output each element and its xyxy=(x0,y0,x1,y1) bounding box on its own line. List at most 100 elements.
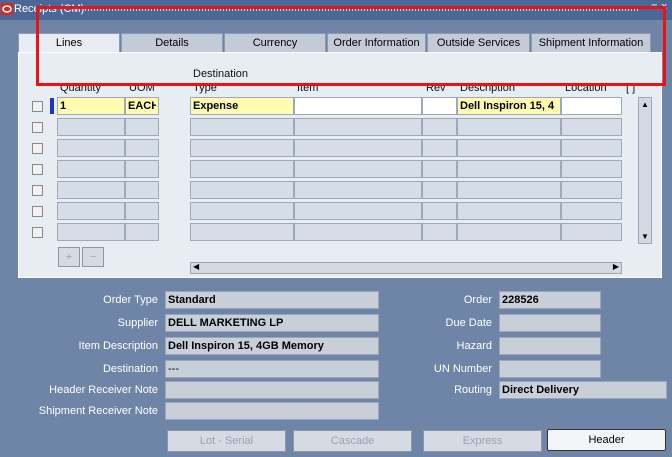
grid-cell[interactable] xyxy=(190,160,294,178)
grid-cell[interactable] xyxy=(190,118,294,136)
remove-row-button[interactable]: − xyxy=(82,247,104,267)
row-select-checkbox[interactable] xyxy=(32,101,43,112)
location-field[interactable] xyxy=(561,97,622,115)
order-label: Order xyxy=(463,294,492,306)
grid-cell[interactable] xyxy=(125,160,159,178)
hazard-label: Hazard xyxy=(456,340,492,352)
row-select-checkbox[interactable] xyxy=(32,227,43,238)
supplier-field[interactable]: DELL MARKETING LP xyxy=(165,314,379,332)
grid-cell[interactable] xyxy=(294,139,422,157)
grid-cell[interactable] xyxy=(561,118,622,136)
grid-cell[interactable] xyxy=(125,223,159,241)
grid-cell[interactable] xyxy=(57,181,125,199)
grid-cell[interactable] xyxy=(422,160,457,178)
grid-cell[interactable] xyxy=(422,223,457,241)
due-date-field[interactable] xyxy=(499,314,601,332)
folder-icon[interactable]: [ ] xyxy=(626,82,635,94)
add-row-button[interactable]: + xyxy=(58,247,80,267)
un-number-label: UN Number xyxy=(433,363,492,375)
tab-order-information[interactable]: Order Information xyxy=(327,33,426,53)
uom-field[interactable]: EACH xyxy=(125,97,159,115)
grid-cell[interactable] xyxy=(457,202,561,220)
grid-cell[interactable] xyxy=(457,181,561,199)
un-number-field[interactable] xyxy=(499,360,601,378)
grid-cell[interactable] xyxy=(57,202,125,220)
express-button[interactable]: Express xyxy=(423,430,542,452)
tab-currency[interactable]: Currency xyxy=(224,33,326,53)
grid-cell[interactable] xyxy=(57,118,125,136)
shipment-receiver-note-field[interactable] xyxy=(165,402,379,420)
scroll-down-icon[interactable]: ▼ xyxy=(641,232,649,241)
grid-cell[interactable] xyxy=(125,181,159,199)
window-titlebar[interactable]: Receipts (CM) – = × xyxy=(0,0,672,20)
item-description-label: Item Description xyxy=(78,340,158,352)
grid-cell[interactable] xyxy=(125,139,159,157)
scroll-up-icon[interactable]: ▲ xyxy=(641,100,649,109)
grid-cell[interactable] xyxy=(561,181,622,199)
grid-cell[interactable] xyxy=(190,139,294,157)
grid-cell[interactable] xyxy=(190,181,294,199)
grid-cell[interactable] xyxy=(561,223,622,241)
grid-cell[interactable] xyxy=(57,223,125,241)
row-select-checkbox[interactable] xyxy=(32,122,43,133)
destination-type-field[interactable]: Expense xyxy=(190,97,294,115)
grid-cell[interactable] xyxy=(422,202,457,220)
grid-cell[interactable] xyxy=(125,118,159,136)
item-field[interactable] xyxy=(294,97,422,115)
close-icon[interactable]: × xyxy=(661,1,667,13)
current-record-indicator xyxy=(50,98,54,114)
rev-field[interactable] xyxy=(422,97,457,115)
grid-cell[interactable] xyxy=(294,181,422,199)
grid-cell[interactable] xyxy=(294,202,422,220)
tab-shipment-information[interactable]: Shipment Information xyxy=(531,33,651,53)
header-button[interactable]: Header xyxy=(547,429,666,451)
destination-field[interactable]: --- xyxy=(165,360,379,378)
grid-cell[interactable] xyxy=(561,202,622,220)
lot-serial-button[interactable]: Lot - Serial xyxy=(167,430,286,452)
grid-cell[interactable] xyxy=(457,118,561,136)
routing-field[interactable]: Direct Delivery xyxy=(499,381,667,399)
grid-cell[interactable] xyxy=(294,160,422,178)
item-description-field[interactable]: Dell Inspiron 15, 4GB Memory xyxy=(165,337,379,355)
quantity-field[interactable]: 1 xyxy=(57,97,125,115)
grid-cell[interactable] xyxy=(422,118,457,136)
window-title: Receipts (CM) xyxy=(14,3,85,15)
col-quantity: Quantity xyxy=(60,82,101,94)
grid-cell[interactable] xyxy=(422,139,457,157)
row-select-checkbox[interactable] xyxy=(32,206,43,217)
grid-cell[interactable] xyxy=(125,202,159,220)
order-type-field[interactable]: Standard xyxy=(165,291,379,309)
grid-cell[interactable] xyxy=(561,139,622,157)
vertical-scrollbar[interactable]: ▲ ▼ xyxy=(638,97,652,244)
grid-cell[interactable] xyxy=(294,118,422,136)
grid-cell[interactable] xyxy=(457,139,561,157)
cascade-button[interactable]: Cascade xyxy=(293,430,412,452)
scroll-right-icon[interactable]: ▶ xyxy=(613,262,619,271)
grid-cell[interactable] xyxy=(190,223,294,241)
grid-cell[interactable] xyxy=(457,223,561,241)
grid-cell[interactable] xyxy=(57,139,125,157)
order-type-label: Order Type xyxy=(103,294,158,306)
col-description: Description xyxy=(460,82,516,94)
horizontal-scrollbar[interactable]: ◀ ▶ xyxy=(190,262,622,274)
tab-lines[interactable]: Lines xyxy=(18,33,120,54)
description-field[interactable]: Dell Inspiron 15, 4 xyxy=(457,97,561,115)
grid-cell[interactable] xyxy=(190,202,294,220)
grid-cell[interactable] xyxy=(457,160,561,178)
header-receiver-note-field[interactable] xyxy=(165,381,379,399)
row-select-checkbox[interactable] xyxy=(32,164,43,175)
minimize-icon[interactable]: – xyxy=(640,1,646,13)
shipment-receiver-note-label: Shipment Receiver Note xyxy=(38,405,158,417)
scroll-left-icon[interactable]: ◀ xyxy=(193,262,199,271)
grid-cell[interactable] xyxy=(422,181,457,199)
row-select-checkbox[interactable] xyxy=(32,143,43,154)
tab-details[interactable]: Details xyxy=(121,33,223,53)
grid-cell[interactable] xyxy=(57,160,125,178)
row-select-checkbox[interactable] xyxy=(32,185,43,196)
order-field[interactable]: 228526 xyxy=(499,291,601,309)
grid-cell[interactable] xyxy=(561,160,622,178)
hazard-field[interactable] xyxy=(499,337,601,355)
tab-outside-services[interactable]: Outside Services xyxy=(427,33,530,53)
grid-cell[interactable] xyxy=(294,223,422,241)
maximize-icon[interactable]: = xyxy=(651,1,657,13)
